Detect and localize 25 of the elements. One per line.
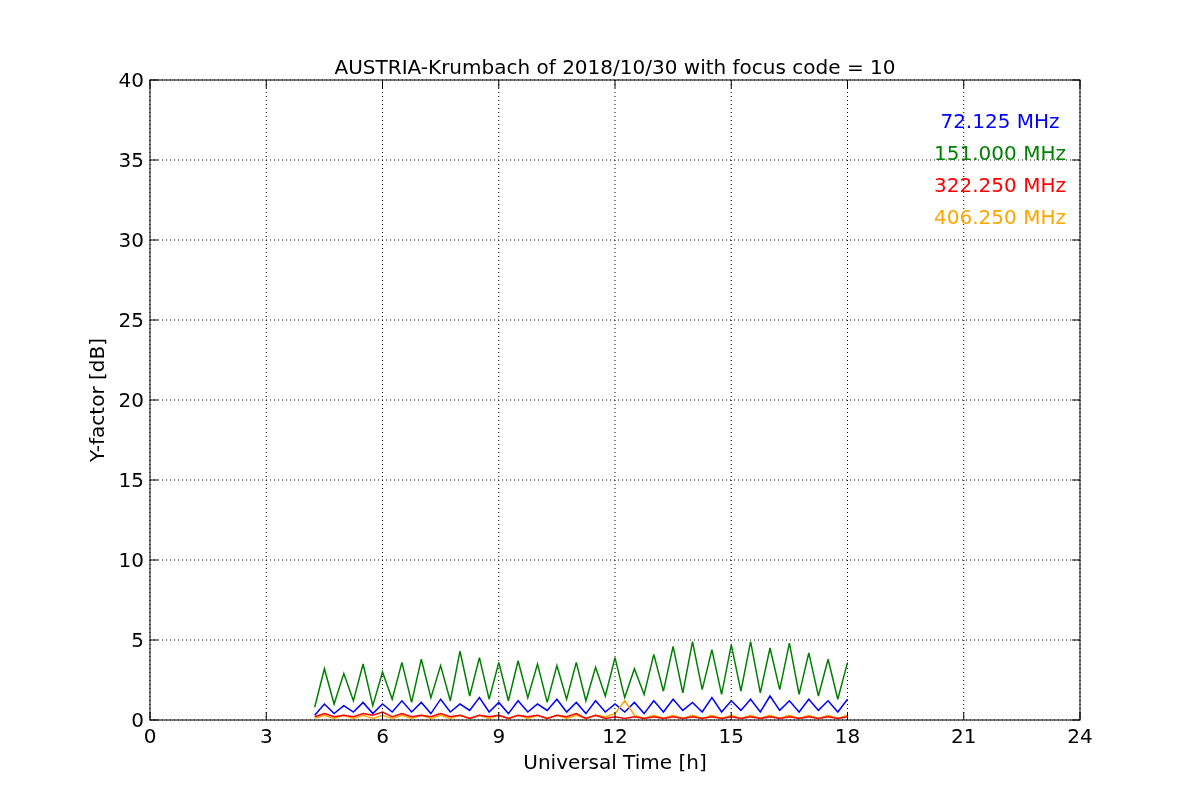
- legend-label: 72.125 MHz: [940, 109, 1060, 133]
- axis-title: Universal Time [h]: [523, 750, 707, 774]
- tick-label: 24: [1067, 724, 1093, 748]
- tick-label: 15: [118, 468, 144, 492]
- tick-label: 10: [118, 548, 144, 572]
- axis-title: Y-factor [dB]: [85, 338, 109, 462]
- legend-label: 406.250 MHz: [934, 205, 1066, 229]
- legend-label: 322.250 MHz: [934, 173, 1066, 197]
- tick-label: 20: [118, 388, 144, 412]
- tick-label: 18: [834, 724, 861, 748]
- tick-label: 9: [492, 724, 506, 748]
- tick-label: 6: [376, 724, 389, 748]
- tick-label: 35: [118, 148, 144, 172]
- tick-label: 0: [131, 708, 144, 732]
- tick-label: 0: [143, 724, 157, 748]
- tick-label: 15: [718, 724, 744, 748]
- tick-label: 40: [118, 68, 144, 92]
- tick-label: 3: [259, 724, 273, 748]
- tick-label: 30: [118, 228, 144, 252]
- chart-title: AUSTRIA-Krumbach of 2018/10/30 with focus code = 10: [334, 55, 896, 79]
- tick-label: 25: [118, 308, 144, 332]
- legend-label: 151.000 MHz: [934, 141, 1066, 165]
- tick-label: 21: [951, 724, 977, 748]
- tick-label: 12: [602, 724, 628, 748]
- tick-label: 5: [131, 628, 144, 652]
